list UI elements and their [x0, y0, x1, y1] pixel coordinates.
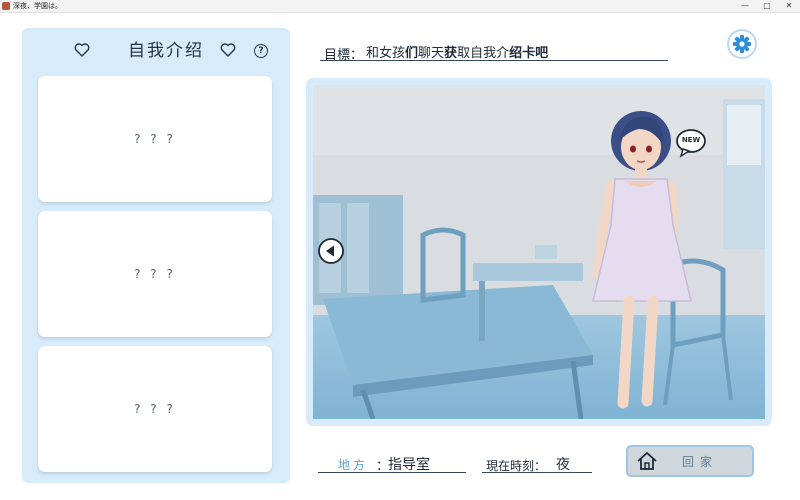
- new-badge: NEW: [675, 128, 707, 158]
- goal-banner: 目標： 和女孩们聊天获取自我介绍卡吧: [320, 42, 668, 63]
- location-underline: [318, 472, 466, 473]
- location-label: 地方: [338, 458, 369, 472]
- panel-title: 自我介绍: [128, 41, 204, 61]
- settings-button[interactable]: [727, 29, 757, 59]
- minimize-button[interactable]: —: [734, 0, 756, 12]
- time-underline: [482, 472, 592, 473]
- intro-card[interactable]: ? ? ?: [38, 76, 272, 202]
- go-home-button[interactable]: 回家: [626, 445, 754, 477]
- goal-text: 和女孩们聊天获取自我介绍卡吧: [366, 46, 549, 61]
- heart-icon: [220, 43, 236, 57]
- intro-card[interactable]: ? ? ?: [38, 211, 272, 337]
- new-badge-label: NEW: [681, 136, 701, 144]
- go-home-label: 回家: [682, 455, 719, 469]
- location-value: 指导室: [388, 457, 430, 473]
- maximize-button[interactable]: ▢: [756, 0, 778, 12]
- intro-card-panel: 自我介绍 ? ? ? ? ? ? ? ? ? ?: [22, 28, 290, 483]
- window-title: 深夜、学園は。: [13, 2, 62, 10]
- help-icon[interactable]: ?: [254, 44, 268, 58]
- close-button[interactable]: ✕: [778, 0, 800, 12]
- window-title-bar: 深夜、学園は。 — ▢ ✕: [0, 0, 800, 13]
- time-value: 夜: [556, 457, 570, 473]
- intro-card[interactable]: ? ? ?: [38, 346, 272, 472]
- heart-icon: [74, 43, 90, 57]
- app-icon: [2, 2, 10, 10]
- gear-icon: [733, 35, 751, 53]
- back-arrow-button[interactable]: [318, 238, 344, 264]
- home-icon: [637, 452, 657, 470]
- goal-label: 目標：: [324, 48, 364, 63]
